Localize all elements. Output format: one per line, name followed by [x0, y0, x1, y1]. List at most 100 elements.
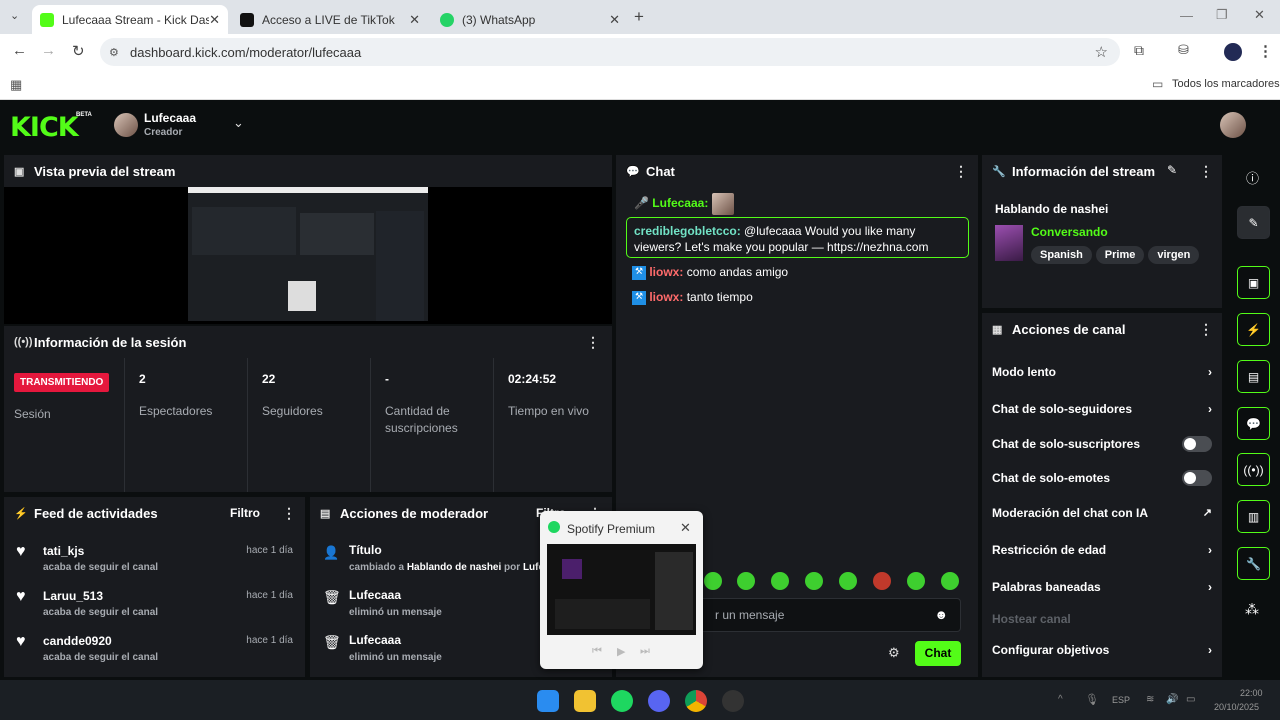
browser-menu-icon[interactable]: ⋮ [1258, 42, 1273, 60]
spotify-popup[interactable]: Spotify Premium ✕ ⏮ ▶ ⏭ [540, 511, 703, 669]
trash-icon: 🗑 [323, 589, 341, 605]
tag-chip[interactable]: Prime [1095, 246, 1145, 264]
tab-search-icon[interactable]: ⌄ [10, 9, 19, 22]
tray-chevron-icon[interactable]: ^ [1058, 694, 1063, 705]
emote-icon[interactable] [771, 572, 789, 590]
sidebar-activity-button[interactable]: ⚡ [1237, 313, 1270, 346]
battery-icon[interactable]: ▭ [1186, 694, 1195, 705]
feed-user[interactable]: tati_kjs [43, 544, 84, 558]
bookmark-star-icon[interactable]: ☆ [1095, 43, 1108, 61]
emote-icon[interactable] [941, 572, 959, 590]
close-icon[interactable]: ✕ [409, 12, 420, 28]
file-explorer-icon[interactable] [574, 690, 596, 712]
stat-label: Cantidad de suscripciones [385, 404, 458, 435]
stream-info-menu-icon[interactable]: ⋮ [1199, 163, 1213, 180]
feed-user[interactable]: candde0920 [43, 634, 112, 648]
clock-date[interactable]: 20/10/2025 [1214, 702, 1259, 712]
extensions-icon[interactable]: ⧉ [1134, 42, 1144, 59]
kick-logo[interactable]: KICK [10, 112, 79, 143]
edit-pencil-icon[interactable]: ✎ [1167, 163, 1177, 177]
spotify-title: Spotify Premium [567, 522, 656, 536]
spotify-taskbar-icon[interactable] [611, 690, 633, 712]
minimize-icon[interactable]: — [1180, 8, 1193, 23]
session-info-panel: ((•)) Información de la sesión ⋮ TRANSMI… [4, 326, 612, 492]
reload-icon[interactable]: ↻ [72, 42, 85, 60]
new-tab-icon[interactable]: + [634, 7, 644, 27]
stream-category[interactable]: Conversando [1031, 225, 1108, 239]
sidebar-chat-button[interactable]: 💬 [1237, 407, 1270, 440]
modaction-text: eliminó un mensaje [349, 652, 442, 663]
feed-item: ♥ candde0920 hace 1 día acaba de seguir … [4, 631, 305, 675]
stat-value: - [385, 372, 389, 386]
category-thumbnail[interactable] [995, 225, 1023, 261]
sidebar-stream-button[interactable]: ▥ [1237, 500, 1270, 533]
back-icon[interactable]: ← [12, 42, 27, 59]
action-ai-moderation[interactable]: Moderación del chat con IA ↗ [982, 494, 1222, 531]
action-slow-mode[interactable]: Modo lento › [982, 353, 1222, 390]
sidebar-tools-button[interactable]: 🔧 [1237, 547, 1270, 580]
clock-time[interactable]: 22:00 [1240, 688, 1263, 698]
forward-icon[interactable]: → [41, 42, 56, 59]
chat-username[interactable]: liowx: [649, 265, 683, 279]
volume-icon[interactable]: 🔊 [1166, 694, 1178, 705]
sidebar-preview-button[interactable]: ▣ [1237, 266, 1270, 299]
maximize-icon[interactable]: ❐ [1216, 7, 1228, 23]
tag-chip[interactable]: Spanish [1031, 246, 1092, 264]
emotes-only-toggle[interactable] [1182, 469, 1212, 486]
all-bookmarks-link[interactable]: Todos los marcadores [1172, 78, 1280, 90]
chat-username[interactable]: crediblegobletcco: [634, 224, 741, 238]
user-avatar[interactable] [1220, 112, 1246, 138]
discord-icon[interactable] [648, 690, 670, 712]
previous-track-icon[interactable]: ⏮ [592, 645, 602, 658]
emoji-picker-icon[interactable]: ☻ [934, 607, 948, 622]
edit-mode-button[interactable]: ✎ [1237, 206, 1270, 239]
emote-icon[interactable] [907, 572, 925, 590]
chat-settings-gear-icon[interactable]: ⚙ [888, 645, 900, 661]
chat-menu-icon[interactable]: ⋮ [954, 163, 968, 180]
feed-menu-icon[interactable]: ⋮ [282, 505, 296, 522]
next-track-icon[interactable]: ⏭ [640, 645, 650, 658]
keyboard-language[interactable]: ESP [1112, 695, 1130, 705]
chevron-right-icon: › [1208, 364, 1212, 379]
emote-icon[interactable] [839, 572, 857, 590]
browser-profile-avatar[interactable] [1224, 43, 1242, 61]
close-icon[interactable]: ✕ [209, 12, 220, 28]
channel-actions-menu-icon[interactable]: ⋮ [1199, 321, 1213, 338]
tag-chip[interactable]: virgen [1148, 246, 1200, 264]
app-icon[interactable] [722, 690, 744, 712]
info-icon[interactable]: ⓘ [1246, 168, 1259, 187]
feed-user[interactable]: Laruu_513 [43, 589, 103, 603]
feed-filter-button[interactable]: Filtro [230, 506, 260, 520]
emote-icon[interactable] [704, 572, 722, 590]
sidebar-modactions-button[interactable]: ▤ [1237, 360, 1270, 393]
site-info-icon[interactable]: ⚙ [109, 46, 119, 59]
tab-kick[interactable]: Lufecaaa Stream - Kick Dashbo ✕ [32, 5, 228, 34]
url-bar[interactable]: ⚙ dashboard.kick.com/moderator/lufecaaa … [100, 38, 1120, 66]
wifi-icon[interactable]: ≋ [1146, 694, 1154, 705]
stream-preview-video[interactable] [188, 187, 428, 321]
action-configure-goals[interactable]: Configurar objetivos › [982, 631, 1222, 668]
action-followers-only[interactable]: Chat de solo-seguidores › [982, 390, 1222, 427]
tab-tiktok[interactable]: Acceso a LIVE de TikTok ✕ [232, 5, 428, 34]
action-age-restriction[interactable]: Restricción de edad › [982, 531, 1222, 568]
connections-icon[interactable]: ⁂ [1245, 601, 1259, 618]
emote-icon[interactable] [873, 572, 891, 590]
window-close-icon[interactable]: ✕ [1254, 7, 1265, 23]
chrome-icon[interactable] [685, 690, 707, 712]
chat-username[interactable]: liowx: [649, 290, 683, 304]
sidebar-session-button[interactable]: ((•)) [1237, 453, 1270, 486]
emote-icon[interactable] [805, 572, 823, 590]
close-icon[interactable]: ✕ [680, 520, 691, 536]
chat-username[interactable]: Lufecaaa: [652, 196, 708, 210]
apps-grid-icon[interactable]: ▦ [10, 77, 22, 93]
tab-whatsapp[interactable]: (3) WhatsApp ✕ [432, 5, 628, 34]
windows-start-icon[interactable] [537, 690, 559, 712]
subscribers-only-toggle[interactable] [1182, 435, 1212, 452]
play-icon[interactable]: ▶ [617, 645, 625, 658]
close-icon[interactable]: ✕ [609, 12, 620, 28]
profile-switch-icon[interactable]: ⛁ [1178, 42, 1189, 58]
chat-send-button[interactable]: Chat [915, 641, 961, 666]
session-menu-icon[interactable]: ⋮ [586, 334, 600, 351]
emote-icon[interactable] [737, 572, 755, 590]
channel-switch-chevron-icon[interactable]: ⌄ [233, 115, 244, 131]
